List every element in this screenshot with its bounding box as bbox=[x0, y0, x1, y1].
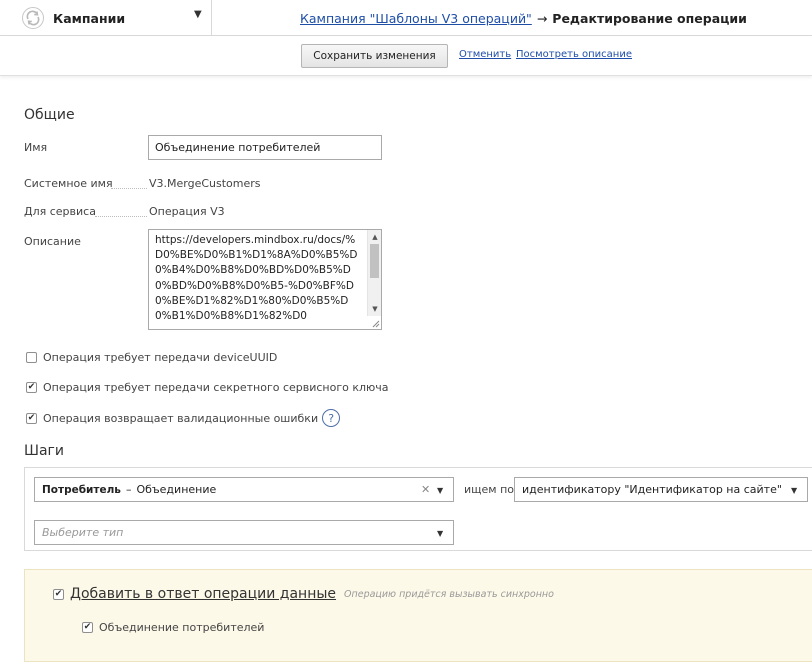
checkbox-checked[interactable]: ✔ bbox=[53, 588, 64, 600]
identifier-value: идентификатору "Идентификатор на сайте" bbox=[522, 483, 782, 496]
general-section-title: Общие bbox=[24, 107, 75, 123]
clear-icon[interactable]: ✕ bbox=[421, 483, 430, 496]
response-panel: ✔ Добавить в ответ операции данные Опера… bbox=[24, 569, 812, 662]
identifier-select[interactable]: идентификатору "Идентификатор на сайте" … bbox=[514, 477, 808, 502]
description-scrollbar[interactable]: ▲ ▼ bbox=[367, 230, 381, 316]
name-label: Имя bbox=[24, 141, 48, 154]
option-label: Операция возвращает валидационные ошибки bbox=[43, 411, 319, 425]
sync-note: Операцию придётся вызывать синхронно bbox=[344, 588, 554, 600]
response-item-row[interactable]: ✔ Объединение потребителей bbox=[82, 621, 264, 634]
steps-section-title: Шаги bbox=[24, 443, 65, 459]
response-item-label: Объединение потребителей bbox=[99, 621, 265, 634]
step-entity: Потребитель bbox=[42, 483, 121, 496]
chevron-down-icon[interactable]: ▼ bbox=[437, 486, 443, 495]
scroll-up-icon[interactable]: ▲ bbox=[368, 231, 381, 243]
top-bar: Кампании ▼ Кампания "Шаблоны V3 операций… bbox=[0, 0, 812, 36]
name-input[interactable] bbox=[148, 135, 382, 160]
search-by-label: ищем по bbox=[464, 483, 514, 496]
option-label: Операция требует передачи deviceUUID bbox=[43, 351, 278, 364]
add-data-link[interactable]: Добавить в ответ операции данные bbox=[70, 586, 336, 602]
dotted-leader bbox=[95, 216, 147, 217]
chevron-down-icon[interactable]: ▼ bbox=[791, 486, 797, 495]
scroll-down-icon[interactable]: ▼ bbox=[368, 303, 381, 315]
chevron-down-icon[interactable]: ▼ bbox=[437, 529, 443, 538]
breadcrumb-campaign-link[interactable]: Кампания "Шаблоны V3 операций" bbox=[300, 11, 532, 26]
breadcrumb: Кампания "Шаблоны V3 операций" → Редакти… bbox=[300, 0, 747, 36]
save-button[interactable]: Сохранить изменения bbox=[301, 44, 448, 68]
section-dropdown[interactable]: Кампании ▼ bbox=[0, 0, 212, 36]
breadcrumb-arrow: → bbox=[536, 10, 548, 26]
service-value: Операция V3 bbox=[149, 205, 225, 218]
system-name-label: Системное имя bbox=[24, 177, 113, 190]
mindbox-logo-icon bbox=[22, 7, 44, 29]
type-select[interactable]: Выберите тип ▼ bbox=[34, 520, 454, 545]
system-name-value: V3.MergeCustomers bbox=[149, 177, 261, 190]
scrollbar-thumb[interactable] bbox=[370, 244, 379, 278]
checkbox-unchecked[interactable] bbox=[26, 352, 37, 363]
option-secret-key[interactable]: ✔ Операция требует передачи секретного с… bbox=[26, 381, 389, 394]
step-select[interactable]: Потребитель – Объединение ✕ ▼ bbox=[34, 477, 454, 502]
description-text: https://developers.mindbox.ru/docs/%D0%B… bbox=[155, 234, 358, 323]
help-icon[interactable]: ? bbox=[322, 409, 341, 427]
checkbox-checked[interactable]: ✔ bbox=[26, 412, 37, 424]
add-data-row[interactable]: ✔ Добавить в ответ операции данные Опера… bbox=[53, 586, 554, 602]
chevron-down-icon: ▼ bbox=[194, 9, 202, 20]
type-placeholder: Выберите тип bbox=[42, 526, 124, 539]
option-label: Операция требует передачи секретного сер… bbox=[43, 381, 389, 394]
view-description-link[interactable]: Посмотреть описание bbox=[516, 49, 632, 60]
checkbox-checked[interactable]: ✔ bbox=[26, 382, 37, 393]
step-action: Объединение bbox=[136, 483, 217, 496]
checkbox-checked[interactable]: ✔ bbox=[82, 622, 93, 633]
description-textarea[interactable]: https://developers.mindbox.ru/docs/%D0%B… bbox=[148, 229, 382, 330]
option-device-uuid[interactable]: Операция требует передачи deviceUUID bbox=[26, 351, 277, 364]
cancel-link[interactable]: Отменить bbox=[459, 49, 511, 60]
section-label: Кампании bbox=[53, 10, 126, 26]
description-label: Описание bbox=[24, 235, 81, 248]
dotted-leader bbox=[111, 188, 147, 189]
page-title: Редактирование операции bbox=[552, 10, 747, 26]
service-label: Для сервиса bbox=[24, 205, 96, 218]
resize-grip-icon[interactable] bbox=[370, 318, 380, 328]
action-bar: Сохранить изменения Отменить Посмотреть … bbox=[0, 36, 812, 76]
step-dash: – bbox=[125, 483, 132, 496]
option-validation-errors[interactable]: ✔ Операция возвращает валидационные ошиб… bbox=[26, 409, 341, 427]
